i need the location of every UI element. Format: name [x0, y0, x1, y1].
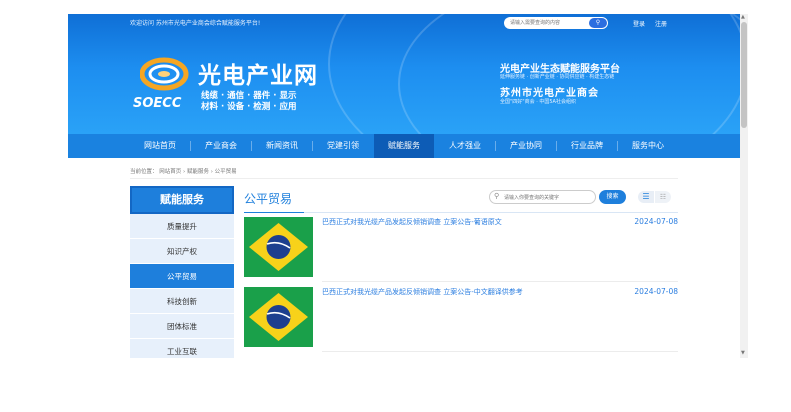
nav-item-brands[interactable]: 行业品牌: [557, 134, 617, 158]
nav-item-talent[interactable]: 人才强业: [435, 134, 495, 158]
article-date: 2024-07-08: [634, 287, 678, 296]
top-search-input[interactable]: [510, 18, 586, 28]
nav-item-party[interactable]: 党建引领: [313, 134, 373, 158]
nav-item-news[interactable]: 新闻资讯: [252, 134, 312, 158]
sidebar-item-quality[interactable]: 质量提升: [130, 214, 234, 239]
nav-item-collaboration[interactable]: 产业协同: [496, 134, 556, 158]
sidebar-item-industrial-internet[interactable]: 工业互联: [130, 339, 234, 358]
site-name: 光电产业网: [198, 63, 318, 89]
tagline-2: 材料 · 设备 · 检测 · 应用: [201, 102, 297, 112]
welcome-text: 欢迎访问 苏州市光电产业商会综合赋能服务平台!: [130, 20, 261, 27]
login-link[interactable]: 登录: [633, 19, 645, 28]
top-bar: 欢迎访问 苏州市光电产业商会综合赋能服务平台! ⚲ 登录 注册: [68, 14, 740, 32]
main-nav: 网站首页 产业商会 新闻资讯 党建引领 赋能服务 人才强业 产业协同 行业品牌 …: [68, 134, 740, 158]
breadcrumb[interactable]: 当前位置： 网站首页 › 赋能服务 › 公平贸易: [130, 167, 237, 175]
sidebar-item-ip[interactable]: 知识产权: [130, 239, 234, 264]
scrollbar[interactable]: ▲ ▼: [740, 14, 748, 358]
search-button[interactable]: 搜索: [599, 190, 626, 204]
sidebar-title-text: 赋能服务: [160, 193, 204, 206]
nav-item-home[interactable]: 网站首页: [130, 134, 190, 158]
logo-text: SOECC: [133, 96, 182, 111]
title-accent: [244, 212, 304, 213]
brazil-flag-thumbnail[interactable]: [244, 287, 313, 347]
nav-item-services[interactable]: 赋能服务: [374, 134, 434, 158]
header-banner: 欢迎访问 苏州市光电产业商会综合赋能服务平台! ⚲ 登录 注册 SOECC 光电…: [68, 14, 740, 134]
chamber-subtitle: 全国"四好"商会 · 中国5A社会组织: [500, 99, 576, 105]
browser-viewport: 欢迎访问 苏州市光电产业商会综合赋能服务平台! ⚲ 登录 注册 SOECC 光电…: [68, 14, 740, 358]
sidebar-item-innovation[interactable]: 科技创新: [130, 289, 234, 314]
list-item[interactable]: 巴西正式对我光缆产品发起反倾销调查 立案公告-中文翻译供参考 2024-07-0…: [244, 287, 678, 353]
grid-view-icon[interactable]: ☷: [655, 191, 671, 203]
divider: [322, 351, 678, 352]
article-title[interactable]: 巴西正式对我光缆产品发起反倾销调查 立案公告-葡语原文: [322, 217, 502, 227]
list-view-icon[interactable]: ☰: [638, 191, 654, 203]
divider: [322, 281, 678, 282]
search-icon: ⚲: [494, 192, 500, 200]
article-title[interactable]: 巴西正式对我光缆产品发起反倾销调查 立案公告-中文翻译供参考: [322, 287, 523, 297]
scrollbar-thumb[interactable]: [741, 22, 747, 128]
sidebar-title: 赋能服务: [130, 186, 234, 214]
content-search-input[interactable]: [504, 193, 592, 202]
platform-subtitle: 延伸服务链 · 创新产业链 · 协同供应链 · 构建生态链: [500, 74, 615, 80]
brazil-flag-thumbnail[interactable]: [244, 217, 313, 277]
nav-item-chamber[interactable]: 产业商会: [191, 134, 251, 158]
divider: [130, 178, 678, 179]
top-search-box: ⚲: [504, 17, 608, 29]
search-icon[interactable]: ⚲: [589, 18, 607, 28]
title-divider: [244, 212, 678, 213]
nav-item-service-center[interactable]: 服务中心: [618, 134, 678, 158]
logo-icon[interactable]: [140, 54, 190, 94]
scroll-down-icon[interactable]: ▼: [741, 350, 745, 356]
sidebar-item-standards[interactable]: 团体标准: [130, 314, 234, 339]
register-link[interactable]: 注册: [655, 19, 667, 28]
list-item[interactable]: 巴西正式对我光缆产品发起反倾销调查 立案公告-葡语原文 2024-07-08: [244, 217, 678, 283]
chamber-title: 苏州市光电产业商会: [500, 88, 599, 99]
article-date: 2024-07-08: [634, 217, 678, 226]
content-search-box: ⚲: [489, 190, 596, 204]
scroll-up-icon[interactable]: ▲: [741, 14, 745, 20]
page-title: 公平贸易: [244, 192, 293, 206]
sidebar-item-fair-trade[interactable]: 公平贸易: [130, 264, 234, 289]
